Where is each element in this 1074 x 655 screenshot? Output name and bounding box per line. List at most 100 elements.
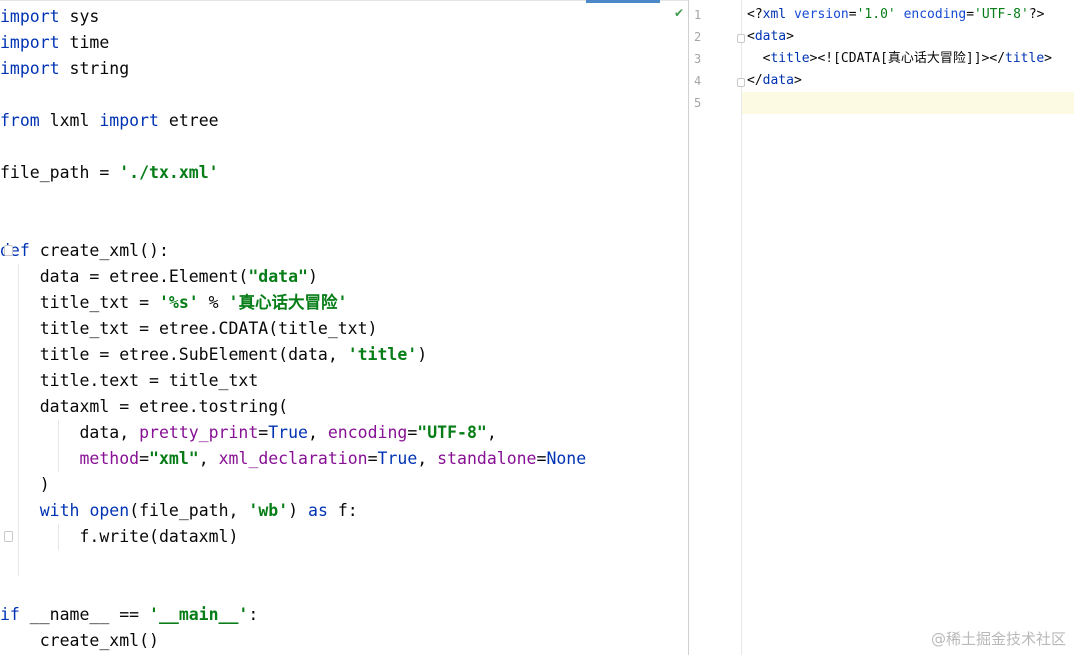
code-token: </ xyxy=(747,73,763,88)
code-token: True xyxy=(377,449,418,468)
code-token: , xyxy=(486,423,497,442)
code-token: if xyxy=(0,605,20,624)
code-token: title xyxy=(1005,51,1045,66)
code-line[interactable]: from lxml import etree xyxy=(0,108,586,134)
code-token: title xyxy=(770,51,810,66)
code-token: data = etree.Element( xyxy=(0,267,249,286)
watermark: @稀土掘金技术社区 xyxy=(930,630,1066,648)
code-line[interactable]: dataxml = etree.tostring( xyxy=(0,394,586,420)
code-token: = xyxy=(536,449,547,468)
active-tab-indicator xyxy=(586,0,660,3)
code-token: '1.0' xyxy=(856,7,896,22)
code-line[interactable]: import time xyxy=(0,30,586,56)
fold-marker-icon[interactable] xyxy=(737,34,745,43)
code-token: ) xyxy=(307,267,318,286)
line-number: 5 xyxy=(694,96,702,110)
code-line[interactable]: import sys xyxy=(0,4,586,30)
xml-editor-pane[interactable]: 12345 <?xml version='1.0' encoding='UTF-… xyxy=(689,0,1074,655)
code-token: , xyxy=(198,449,219,468)
code-line[interactable]: ​ xyxy=(0,134,586,160)
fold-marker-icon[interactable] xyxy=(4,531,13,542)
code-token: ) xyxy=(417,345,428,364)
code-token: ?> xyxy=(1028,7,1045,22)
code-token: version xyxy=(793,7,849,22)
code-token: data xyxy=(754,29,787,44)
code-line[interactable]: data = etree.Element("data") xyxy=(0,264,586,290)
code-token: = xyxy=(848,7,857,22)
code-token: data, xyxy=(0,423,140,442)
fold-marker-icon[interactable] xyxy=(4,245,13,256)
code-token: < xyxy=(747,51,771,66)
line-number-gutter: 1 2 3 4 5 xyxy=(689,4,741,655)
code-token: 'wb' xyxy=(248,501,289,520)
fold-marker-icon[interactable] xyxy=(737,78,745,87)
code-token: % xyxy=(198,293,229,312)
code-line[interactable]: title_txt = etree.CDATA(title_txt) xyxy=(0,316,586,342)
code-token: = xyxy=(139,449,150,468)
code-token: as xyxy=(308,501,328,520)
code-token: <? xyxy=(747,7,763,22)
code-token: create_xml() xyxy=(0,631,159,650)
code-line[interactable]: with open(file_path, 'wb') as f: xyxy=(0,498,586,524)
code-token: standalone xyxy=(437,449,537,468)
code-line[interactable]: f.write(dataxml) xyxy=(0,524,586,550)
code-line[interactable]: title.text = title_txt xyxy=(0,368,586,394)
code-token: time xyxy=(59,33,110,52)
editor-top-border xyxy=(0,0,688,1)
xml-line[interactable]: </data> xyxy=(747,70,1052,92)
code-token: None xyxy=(546,449,587,468)
code-line[interactable]: ​ xyxy=(0,212,586,238)
code-token: ) xyxy=(0,475,50,494)
code-token: lxml xyxy=(39,111,100,130)
code-token: True xyxy=(268,423,308,442)
code-token: > xyxy=(786,29,794,44)
code-line[interactable]: ​ xyxy=(0,186,586,212)
code-line[interactable]: title = etree.SubElement(data, 'title') xyxy=(0,342,586,368)
code-token: '%s' xyxy=(158,293,199,312)
code-token: import xyxy=(0,7,60,26)
line-number: 3 xyxy=(694,52,702,66)
code-token: import xyxy=(0,59,60,78)
code-token: "xml" xyxy=(149,449,199,468)
code-token: encoding xyxy=(903,7,967,22)
code-line[interactable]: data, pretty_print=True, encoding="UTF-8… xyxy=(0,420,586,446)
code-line[interactable]: if __name__ == '__main__': xyxy=(0,602,586,628)
code-token: f.write(dataxml) xyxy=(0,527,239,546)
code-token: sys xyxy=(59,7,100,26)
code-line[interactable]: title_txt = '%s' % '真心话大冒险' xyxy=(0,290,586,316)
code-token: __name__ == xyxy=(19,605,150,624)
xml-line[interactable]: <data> xyxy=(747,26,1052,48)
code-token: = xyxy=(407,423,418,442)
xml-line[interactable]: ​ xyxy=(747,92,1052,114)
code-token: title.text = title_txt xyxy=(0,371,259,390)
code-line[interactable]: def create_xml(): xyxy=(0,238,586,264)
check-icon[interactable]: ✔ xyxy=(674,6,688,20)
code-token: './tx.xml' xyxy=(119,163,219,182)
xml-line[interactable]: <title><![CDATA[真心话大冒险]]></title> xyxy=(747,48,1052,70)
code-line[interactable]: ​ xyxy=(0,576,586,602)
code-token: encoding xyxy=(327,423,408,442)
code-line[interactable]: file_path = './tx.xml' xyxy=(0,160,586,186)
line-number: 1 xyxy=(694,8,702,22)
code-token: ><![CDATA[真心话大冒险]]></ xyxy=(809,51,1006,66)
code-token: = xyxy=(367,449,378,468)
code-token: create_xml(): xyxy=(29,241,169,260)
code-token: f: xyxy=(327,501,358,520)
code-line[interactable]: ​ xyxy=(0,82,586,108)
code-token: 'UTF-8' xyxy=(974,7,1029,22)
code-line[interactable]: method="xml", xml_declaration=True, stan… xyxy=(0,446,586,472)
code-line[interactable]: create_xml() xyxy=(0,628,586,654)
code-token: > xyxy=(1044,51,1052,66)
code-line[interactable]: import string xyxy=(0,56,586,82)
python-editor-pane[interactable]: import sysimport timeimport string​from … xyxy=(0,0,688,655)
line-number: 2 xyxy=(694,30,702,44)
xml-code[interactable]: <?xml version='1.0' encoding='UTF-8'?> <d… xyxy=(747,4,1052,114)
code-line[interactable]: ​ xyxy=(0,550,586,576)
python-code[interactable]: import sysimport timeimport string​from … xyxy=(0,4,586,654)
xml-line[interactable]: <?xml version='1.0' encoding='UTF-8'?> xyxy=(747,4,1052,26)
code-token: = xyxy=(258,423,269,442)
code-token: title_txt = xyxy=(0,293,159,312)
code-line[interactable]: ) xyxy=(0,472,586,498)
